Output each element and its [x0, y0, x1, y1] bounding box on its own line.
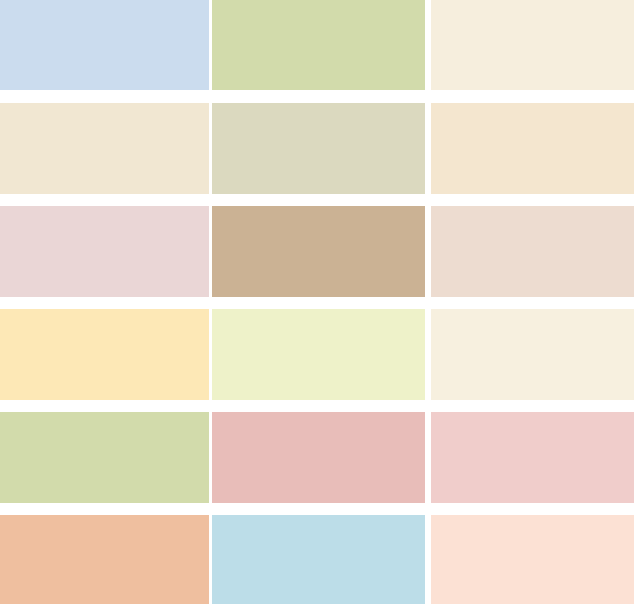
color-swatch — [212, 412, 425, 503]
color-swatch — [431, 103, 634, 194]
color-swatch — [212, 309, 425, 400]
color-swatch — [212, 515, 425, 604]
color-swatch — [0, 515, 209, 604]
color-swatch — [0, 309, 209, 400]
color-swatch — [212, 206, 425, 297]
color-swatch — [0, 103, 209, 194]
color-swatch — [212, 0, 425, 90]
color-swatch — [431, 0, 634, 90]
color-swatch — [431, 309, 634, 400]
color-palette — [0, 0, 634, 604]
color-swatch — [212, 103, 425, 194]
color-swatch — [431, 412, 634, 503]
color-swatch — [0, 0, 209, 90]
color-swatch — [0, 412, 209, 503]
color-swatch — [431, 515, 634, 604]
color-swatch — [431, 206, 634, 297]
color-swatch — [0, 206, 209, 297]
